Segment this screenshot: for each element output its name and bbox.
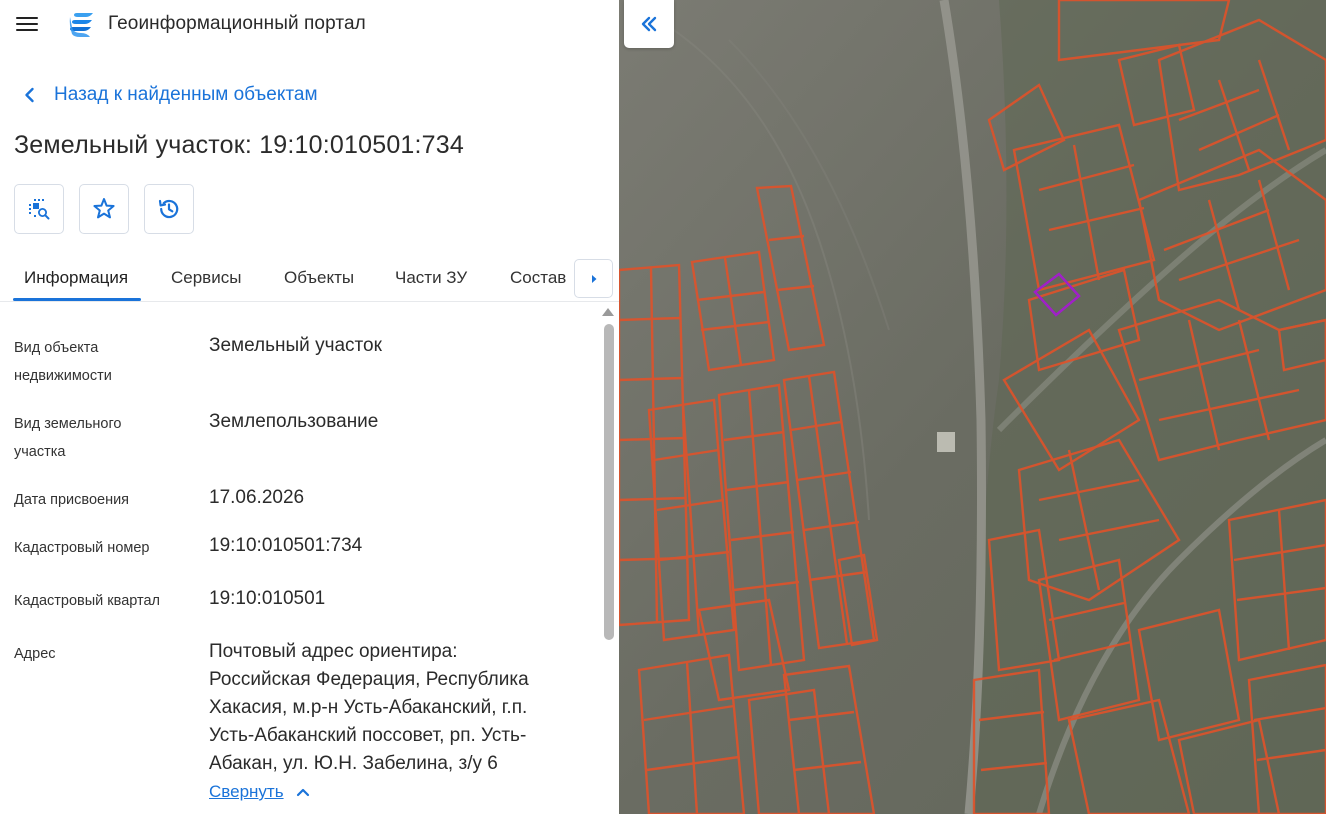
satellite-map-image — [619, 0, 1326, 814]
value-land-plot-type: Землепользование — [209, 411, 379, 432]
object-title: Земельный участок: 19:10:010501:734 — [14, 131, 464, 159]
locate-on-map-icon — [29, 199, 50, 220]
tabs-scroll-right-button[interactable] — [574, 259, 613, 298]
tab-information[interactable]: Информация — [24, 268, 128, 288]
active-tab-indicator — [13, 298, 141, 301]
value-cadastral-quarter: 19:10:010501 — [209, 588, 326, 609]
portal-logo-icon — [69, 13, 93, 37]
app-title: Геоинформационный портал — [108, 13, 366, 34]
star-icon — [93, 198, 115, 219]
map-view[interactable] — [619, 0, 1326, 814]
locate-on-map-button[interactable] — [14, 184, 64, 234]
history-button[interactable] — [144, 184, 194, 234]
value-property-type: Земельный участок — [209, 335, 382, 356]
scrollbar-thumb[interactable] — [604, 324, 614, 640]
label-land-plot-type: Вид земельного участка — [14, 416, 122, 460]
label-assignment-date: Дата присвоения — [14, 492, 130, 508]
back-link-label: Назад к найденным объектам — [54, 84, 318, 105]
label-cadastral-quarter: Кадастровый квартал — [14, 593, 161, 609]
value-cadastral-number: 19:10:010501:734 — [209, 535, 363, 556]
chevron-left-icon — [25, 87, 34, 103]
tab-bar: Информация Сервисы Объекты Части ЗУ Сост… — [0, 256, 619, 302]
value-assignment-date: 17.06.2026 — [209, 487, 305, 508]
caret-right-icon — [591, 274, 596, 283]
object-info-panel: Геоинформационный портал Назад к найденн… — [0, 0, 619, 814]
double-chevron-left-icon — [641, 16, 657, 32]
label-address: Адрес — [14, 646, 56, 662]
collapse-address-link[interactable]: Свернуть — [209, 782, 310, 802]
tab-objects[interactable]: Объекты — [284, 268, 354, 288]
tab-land-parts[interactable]: Части ЗУ — [395, 268, 467, 288]
label-cadastral-number: Кадастровый номер — [14, 540, 150, 556]
label-property-type: Вид объекта недвижимости — [14, 340, 112, 384]
history-icon — [158, 199, 179, 219]
back-to-results-link[interactable]: Назад к найденным объектам — [20, 83, 318, 107]
tab-services[interactable]: Сервисы — [171, 268, 241, 288]
scroll-up-arrow-icon[interactable] — [602, 308, 614, 316]
top-bar: Геоинформационный портал — [0, 0, 619, 50]
collapse-label: Свернуть — [209, 782, 284, 801]
favorite-button[interactable] — [79, 184, 129, 234]
hamburger-menu-icon[interactable] — [16, 15, 40, 33]
collapse-panel-button[interactable] — [624, 0, 674, 48]
tab-composition[interactable]: Состав — [510, 268, 566, 288]
chevron-up-icon — [296, 788, 309, 797]
value-address: Почтовый адрес ориентира: Российская Фед… — [209, 641, 529, 774]
